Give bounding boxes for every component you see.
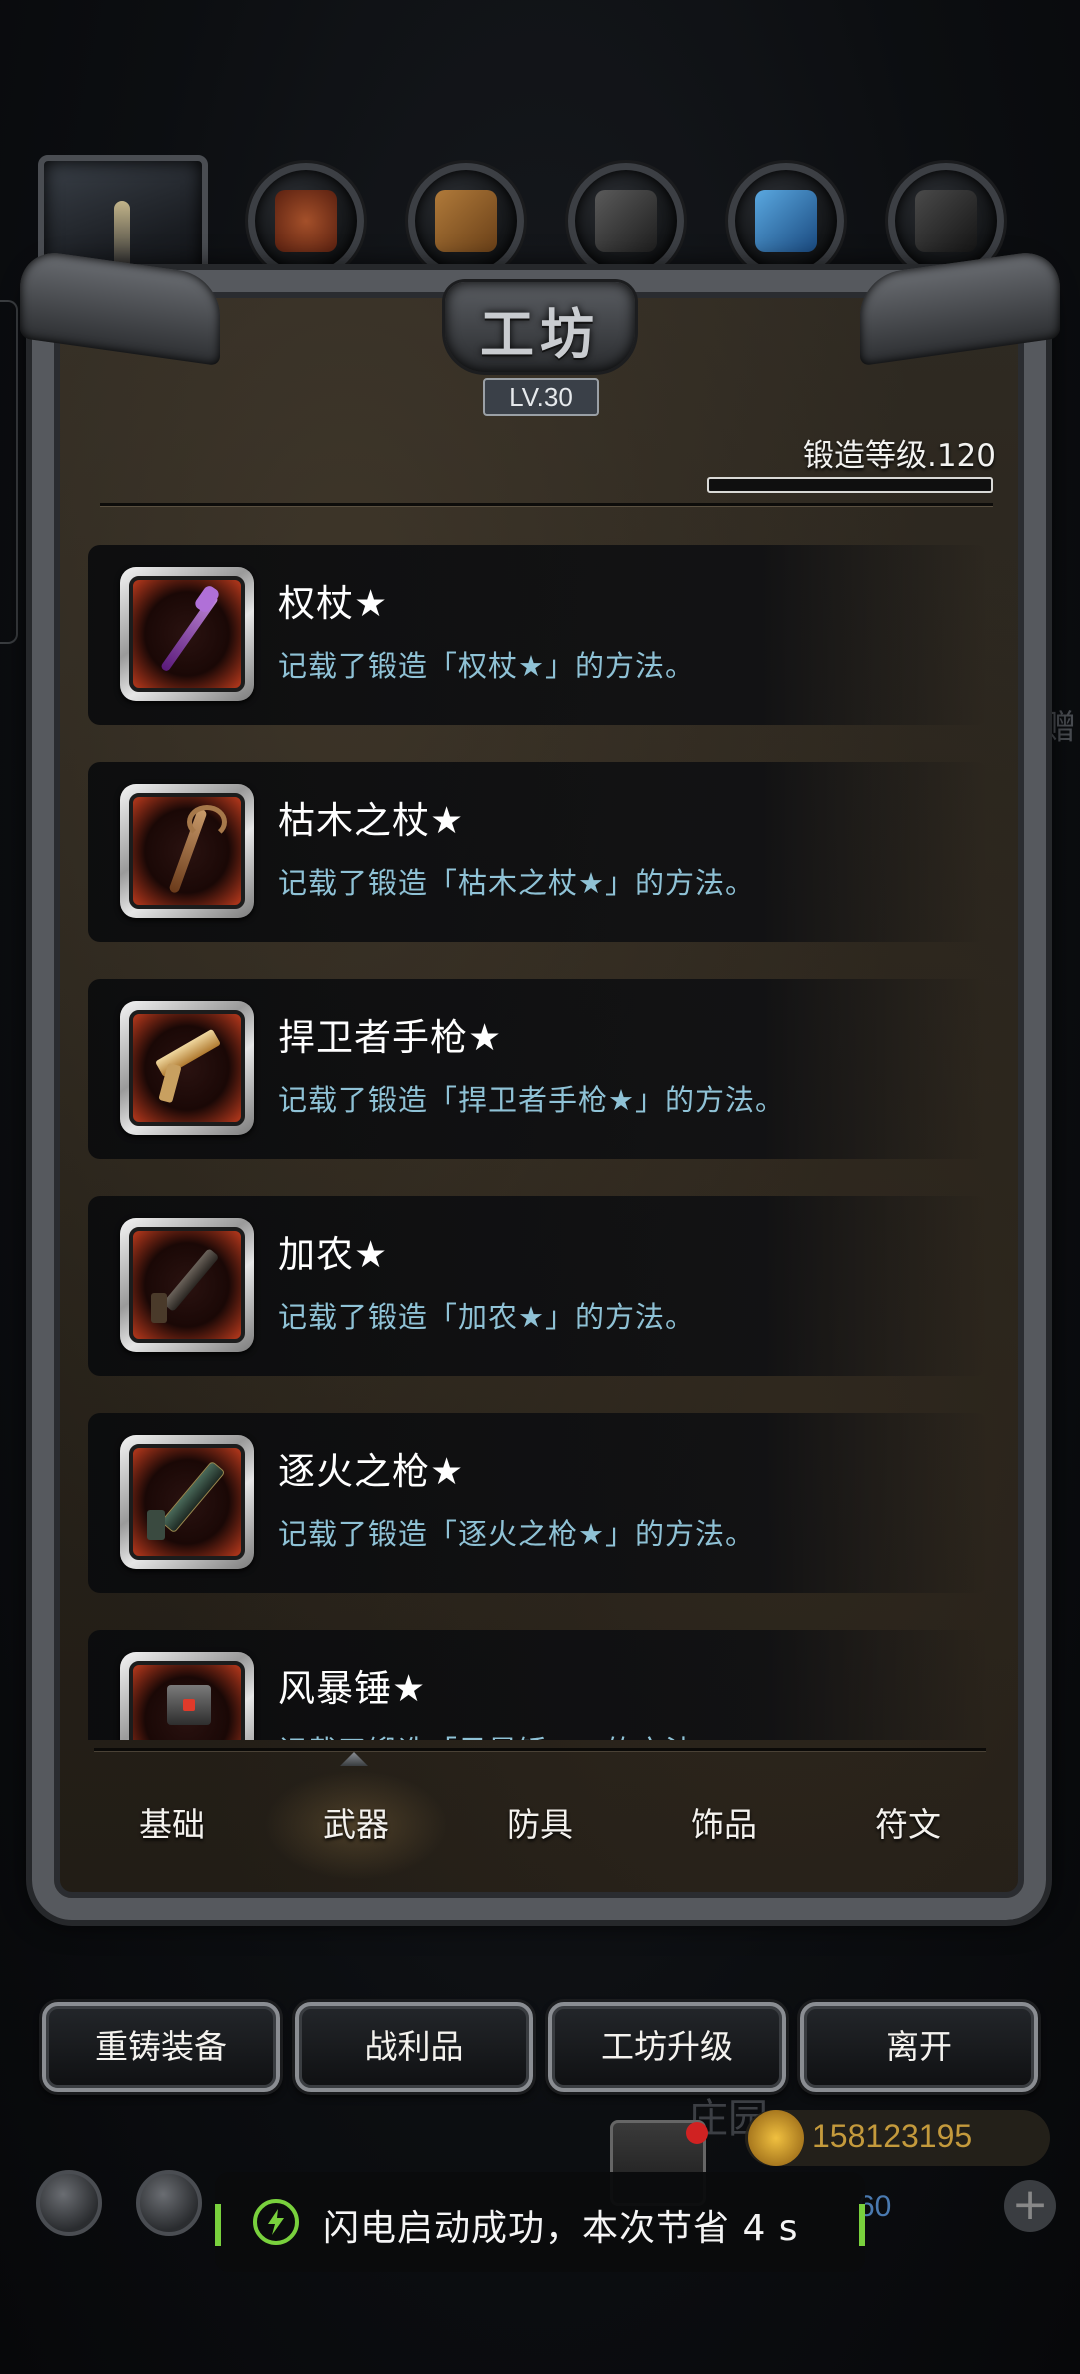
recipe-description: 记载了锻造「风暴锤★」的方法。 <box>278 1728 725 1740</box>
recipe-item[interactable]: 捍卫者手枪★ 记载了锻造「捍卫者手枪★」的方法。 <box>88 979 988 1159</box>
upgrade-workshop-button[interactable]: 工坊升级 <box>548 2002 786 2092</box>
leather-material-icon <box>275 190 337 252</box>
forge-progress-bar <box>707 477 993 493</box>
forge-level-label: 锻造等级.120 <box>802 438 996 474</box>
crystal-material-icon <box>755 190 817 252</box>
recipe-icon-frame <box>120 1001 254 1135</box>
category-wood-icon[interactable] <box>408 163 524 282</box>
side-panel-edge <box>0 300 18 644</box>
wood-material-icon <box>435 190 497 252</box>
recipe-list[interactable]: 权杖★ 记载了锻造「权杖★」的方法。 枯木之杖★ 记载了锻造「枯木之杖★」的方法… <box>88 545 988 1740</box>
category-leather-icon[interactable] <box>248 163 364 282</box>
toast-accent-left <box>215 2204 221 2246</box>
coin-amount: 158123195 <box>812 2118 973 2154</box>
divider <box>100 503 993 506</box>
hud-emblem-icon[interactable] <box>136 2170 202 2236</box>
recipe-name: 枯木之杖★ <box>278 799 465 842</box>
lightning-icon <box>253 2199 299 2245</box>
recipe-description: 记载了锻造「捍卫者手枪★」的方法。 <box>278 1083 785 1117</box>
recipe-icon-frame <box>120 1435 254 1569</box>
defender-pistol-icon <box>129 1010 245 1126</box>
leave-button[interactable]: 离开 <box>800 2002 1038 2092</box>
recipe-item[interactable]: 枯木之杖★ 记载了锻造「枯木之杖★」的方法。 <box>88 762 988 942</box>
recipe-description: 记载了锻造「加农★」的方法。 <box>278 1300 695 1334</box>
iron-material-icon <box>915 190 977 252</box>
storm-hammer-icon <box>129 1661 245 1740</box>
loot-button[interactable]: 战利品 <box>295 2002 533 2092</box>
coin-icon <box>748 2110 804 2166</box>
withered-staff-icon <box>129 793 245 909</box>
recipe-description: 记载了锻造「枯木之杖★」的方法。 <box>278 866 755 900</box>
fire-chaser-gun-icon <box>129 1444 245 1560</box>
tab-runes[interactable]: 符文 <box>816 1770 1000 1880</box>
category-tabs: 基础 武器 防具 饰品 符文 <box>80 1770 1000 1880</box>
recipe-name: 逐火之枪★ <box>278 1450 465 1493</box>
recipe-icon-frame <box>120 567 254 701</box>
reforge-equipment-button[interactable]: 重铸装备 <box>42 2002 280 2092</box>
toast-accent-right <box>859 2204 865 2246</box>
recipe-item[interactable]: 加农★ 记载了锻造「加农★」的方法。 <box>88 1196 988 1376</box>
recipe-name: 捍卫者手枪★ <box>278 1016 503 1059</box>
tab-accessories[interactable]: 饰品 <box>632 1770 816 1880</box>
recipe-description: 记载了锻造「逐火之枪★」的方法。 <box>278 1517 755 1551</box>
category-stone-icon[interactable] <box>568 163 684 282</box>
toast-message: 闪电启动成功，本次节省 4 s <box>323 2208 799 2249</box>
toast-notification: 闪电启动成功，本次节省 4 s <box>215 2172 865 2272</box>
tab-basic[interactable]: 基础 <box>80 1770 264 1880</box>
recipe-description: 记载了锻造「权杖★」的方法。 <box>278 649 695 683</box>
side-hint-text: 赠 <box>1042 708 1076 748</box>
divider <box>94 1748 986 1751</box>
category-icon-row <box>38 155 1048 305</box>
cannon-icon <box>129 1227 245 1343</box>
panel-title: 工坊 <box>480 302 600 366</box>
recipe-icon-frame <box>120 1218 254 1352</box>
recipe-icon-frame <box>120 784 254 918</box>
recipe-item[interactable]: 逐火之枪★ 记载了锻造「逐火之枪★」的方法。 <box>88 1413 988 1593</box>
recipe-icon-frame <box>120 1652 254 1740</box>
recipe-name: 风暴锤★ <box>278 1667 427 1710</box>
tab-weapons[interactable]: 武器 <box>264 1770 448 1880</box>
hud-gear-icon[interactable] <box>36 2170 102 2236</box>
add-currency-button[interactable]: + <box>1004 2180 1056 2232</box>
recipe-name: 权杖★ <box>278 582 389 625</box>
stone-material-icon <box>595 190 657 252</box>
category-crystal-icon[interactable] <box>728 163 844 282</box>
scepter-icon <box>129 576 245 692</box>
level-badge: LV.30 <box>483 378 599 416</box>
recipe-item[interactable]: 权杖★ 记载了锻造「权杖★」的方法。 <box>88 545 988 725</box>
tab-armor[interactable]: 防具 <box>448 1770 632 1880</box>
recipe-item[interactable]: 风暴锤★ 记载了锻造「风暴锤★」的方法。 <box>88 1630 988 1740</box>
notification-dot <box>686 2122 708 2144</box>
recipe-name: 加农★ <box>278 1233 389 1276</box>
